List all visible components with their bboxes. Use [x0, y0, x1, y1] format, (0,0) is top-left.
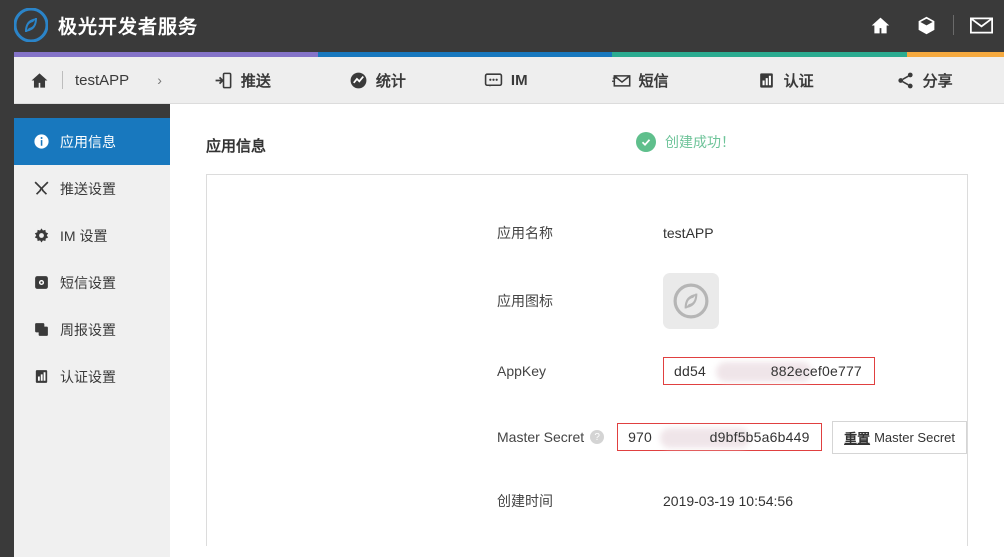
- nav-item-push[interactable]: 推送: [214, 57, 271, 104]
- tools-icon: [32, 180, 50, 198]
- reset-master-secret-button[interactable]: 重置 Master Secret: [832, 420, 967, 454]
- home-icon[interactable]: [30, 70, 50, 90]
- nav-item-im[interactable]: IM: [484, 57, 528, 104]
- top-icon-divider: [953, 15, 954, 35]
- app-logo-icon[interactable]: [663, 273, 719, 329]
- sidebar-item-label: 周报设置: [60, 321, 116, 338]
- breadcrumb-app-name[interactable]: testAPP: [75, 72, 129, 89]
- nav-item-label: 认证: [783, 72, 814, 90]
- content-header: 应用信息 创建成功！: [206, 130, 968, 160]
- sidebar-item-label: 应用信息: [60, 133, 116, 150]
- appkey-field[interactable]: dd54 xxxxxxxxx 882ecef0e777: [663, 357, 875, 385]
- envelope-icon[interactable]: [964, 8, 998, 42]
- app-page: 极光开发者服务 testAPP › 推送 统计 IM 短信 认证 分享 应用信息…: [0, 0, 1004, 557]
- sidebar-item-sms-settings[interactable]: 短信设置: [14, 259, 170, 306]
- question-mark-icon[interactable]: ?: [590, 430, 605, 444]
- reset-button-bold-label: 重置: [844, 430, 871, 446]
- main-content: 应用信息 创建成功！ 应用名称 testAPP 应用图标 AppKey dd54…: [170, 104, 1004, 557]
- nav-bar: testAPP › 推送 统计 IM 短信 认证 分享: [14, 52, 1004, 104]
- chevron-right-icon[interactable]: ›: [157, 72, 162, 88]
- nav-item-sms[interactable]: 短信: [611, 57, 669, 104]
- stats-icon: [349, 70, 369, 90]
- sidebar-item-label: IM 设置: [60, 227, 108, 244]
- brand-title: 极光开发者服务: [58, 16, 199, 38]
- master-secret-prefix: 970: [628, 429, 653, 445]
- field-row-app-name: 应用名称 testAPP: [207, 209, 967, 257]
- appkey-label: AppKey: [497, 363, 547, 379]
- created-time-label: 创建时间: [497, 493, 553, 509]
- breadcrumb: testAPP ›: [14, 70, 162, 90]
- nav-item-label: 统计: [375, 72, 406, 90]
- sidebar-item-label: 认证设置: [60, 368, 116, 385]
- sidebar: 应用信息 推送设置 IM 设置 短信设置 周报设置 认证设置: [14, 118, 170, 557]
- nav-items-row: testAPP › 推送 统计 IM 短信 认证 分享: [14, 57, 1004, 104]
- success-text: 创建成功！: [665, 134, 735, 150]
- master-secret-field[interactable]: 970 xxxxxxxx d9bf5b5a6b449: [617, 423, 823, 451]
- layers-icon: [32, 321, 50, 339]
- brand[interactable]: 极光开发者服务: [13, 7, 199, 43]
- info-circle-icon: [32, 133, 50, 151]
- master-secret-masked: xxxxxxxx: [652, 429, 710, 445]
- app-name-label: 应用名称: [497, 225, 553, 241]
- appkey-prefix: dd54: [674, 363, 706, 379]
- sidebar-item-auth-settings[interactable]: 认证设置: [14, 353, 170, 400]
- body: 应用信息 推送设置 IM 设置 短信设置 周报设置 认证设置 应用信息 创建成功…: [0, 104, 1004, 557]
- sms-envelope-icon: [611, 70, 632, 90]
- nav-item-label: 短信: [638, 72, 669, 90]
- sidebar-item-im-settings[interactable]: IM 设置: [14, 212, 170, 259]
- cube-icon[interactable]: [909, 8, 943, 42]
- strip-segment-purple: [14, 52, 318, 57]
- jiguang-logo-icon: [13, 7, 49, 43]
- field-row-app-icon: 应用图标: [207, 273, 967, 329]
- check-circle-icon: [636, 132, 656, 152]
- top-bar: 极光开发者服务: [0, 0, 1004, 50]
- field-row-created-time: 创建时间 2019-03-19 10:54:56: [207, 477, 967, 525]
- home-icon[interactable]: [863, 8, 897, 42]
- reset-button-rest-label: Master Secret: [874, 429, 955, 445]
- sidebar-item-push-settings[interactable]: 推送设置: [14, 165, 170, 212]
- auth-card-icon: [757, 70, 777, 90]
- sidebar-item-label: 推送设置: [60, 180, 116, 197]
- nav-item-label: 分享: [922, 72, 953, 90]
- nav-item-share[interactable]: 分享: [896, 57, 953, 104]
- sidebar-item-weekly-report-settings[interactable]: 周报设置: [14, 306, 170, 353]
- nav-item-label: 推送: [240, 72, 271, 90]
- gear-icon: [32, 227, 50, 245]
- page-title: 应用信息: [206, 137, 267, 155]
- field-row-appkey: AppKey dd54 xxxxxxxxx 882ecef0e777: [207, 347, 967, 395]
- nav-item-label: IM: [510, 71, 528, 89]
- breadcrumb-divider: [62, 71, 63, 89]
- success-message: 创建成功！: [636, 132, 735, 152]
- sms-settings-icon: [32, 274, 50, 292]
- field-row-server-location: 服务器所在地 ? 北京机房: [207, 533, 967, 546]
- push-icon: [214, 70, 234, 90]
- master-secret-label: Master Secret: [497, 429, 585, 445]
- created-time-value: 2019-03-19 10:54:56: [663, 493, 793, 509]
- app-name-value: testAPP: [663, 225, 714, 241]
- share-icon: [896, 70, 916, 90]
- field-row-master-secret: Master Secret ? 970 xxxxxxxx d9bf5b5a6b4…: [207, 413, 967, 461]
- app-icon-value: [663, 273, 719, 329]
- nav-item-stats[interactable]: 统计: [349, 57, 406, 104]
- master-secret-label-wrap: Master Secret ?: [207, 429, 607, 445]
- app-info-panel: 应用名称 testAPP 应用图标 AppKey dd54 882ecef0e7…: [206, 174, 968, 546]
- master-secret-suffix: d9bf5b5a6b449: [709, 429, 810, 445]
- nav-item-auth[interactable]: 认证: [757, 57, 814, 104]
- sidebar-item-app-info[interactable]: 应用信息: [14, 118, 170, 165]
- master-secret-value-wrap: 970 xxxxxxxx d9bf5b5a6b449 重置 Master Sec…: [617, 420, 967, 454]
- sidebar-item-label: 短信设置: [60, 274, 116, 291]
- appkey-value-wrap: dd54 xxxxxxxxx 882ecef0e777: [663, 357, 875, 385]
- app-icon-label: 应用图标: [497, 293, 553, 309]
- top-icon-group: [857, 0, 1004, 50]
- appkey-masked: xxxxxxxxx: [706, 363, 771, 379]
- auth-chart-icon: [32, 368, 50, 386]
- appkey-suffix: 882ecef0e777: [770, 363, 862, 379]
- im-chat-icon: [484, 70, 504, 90]
